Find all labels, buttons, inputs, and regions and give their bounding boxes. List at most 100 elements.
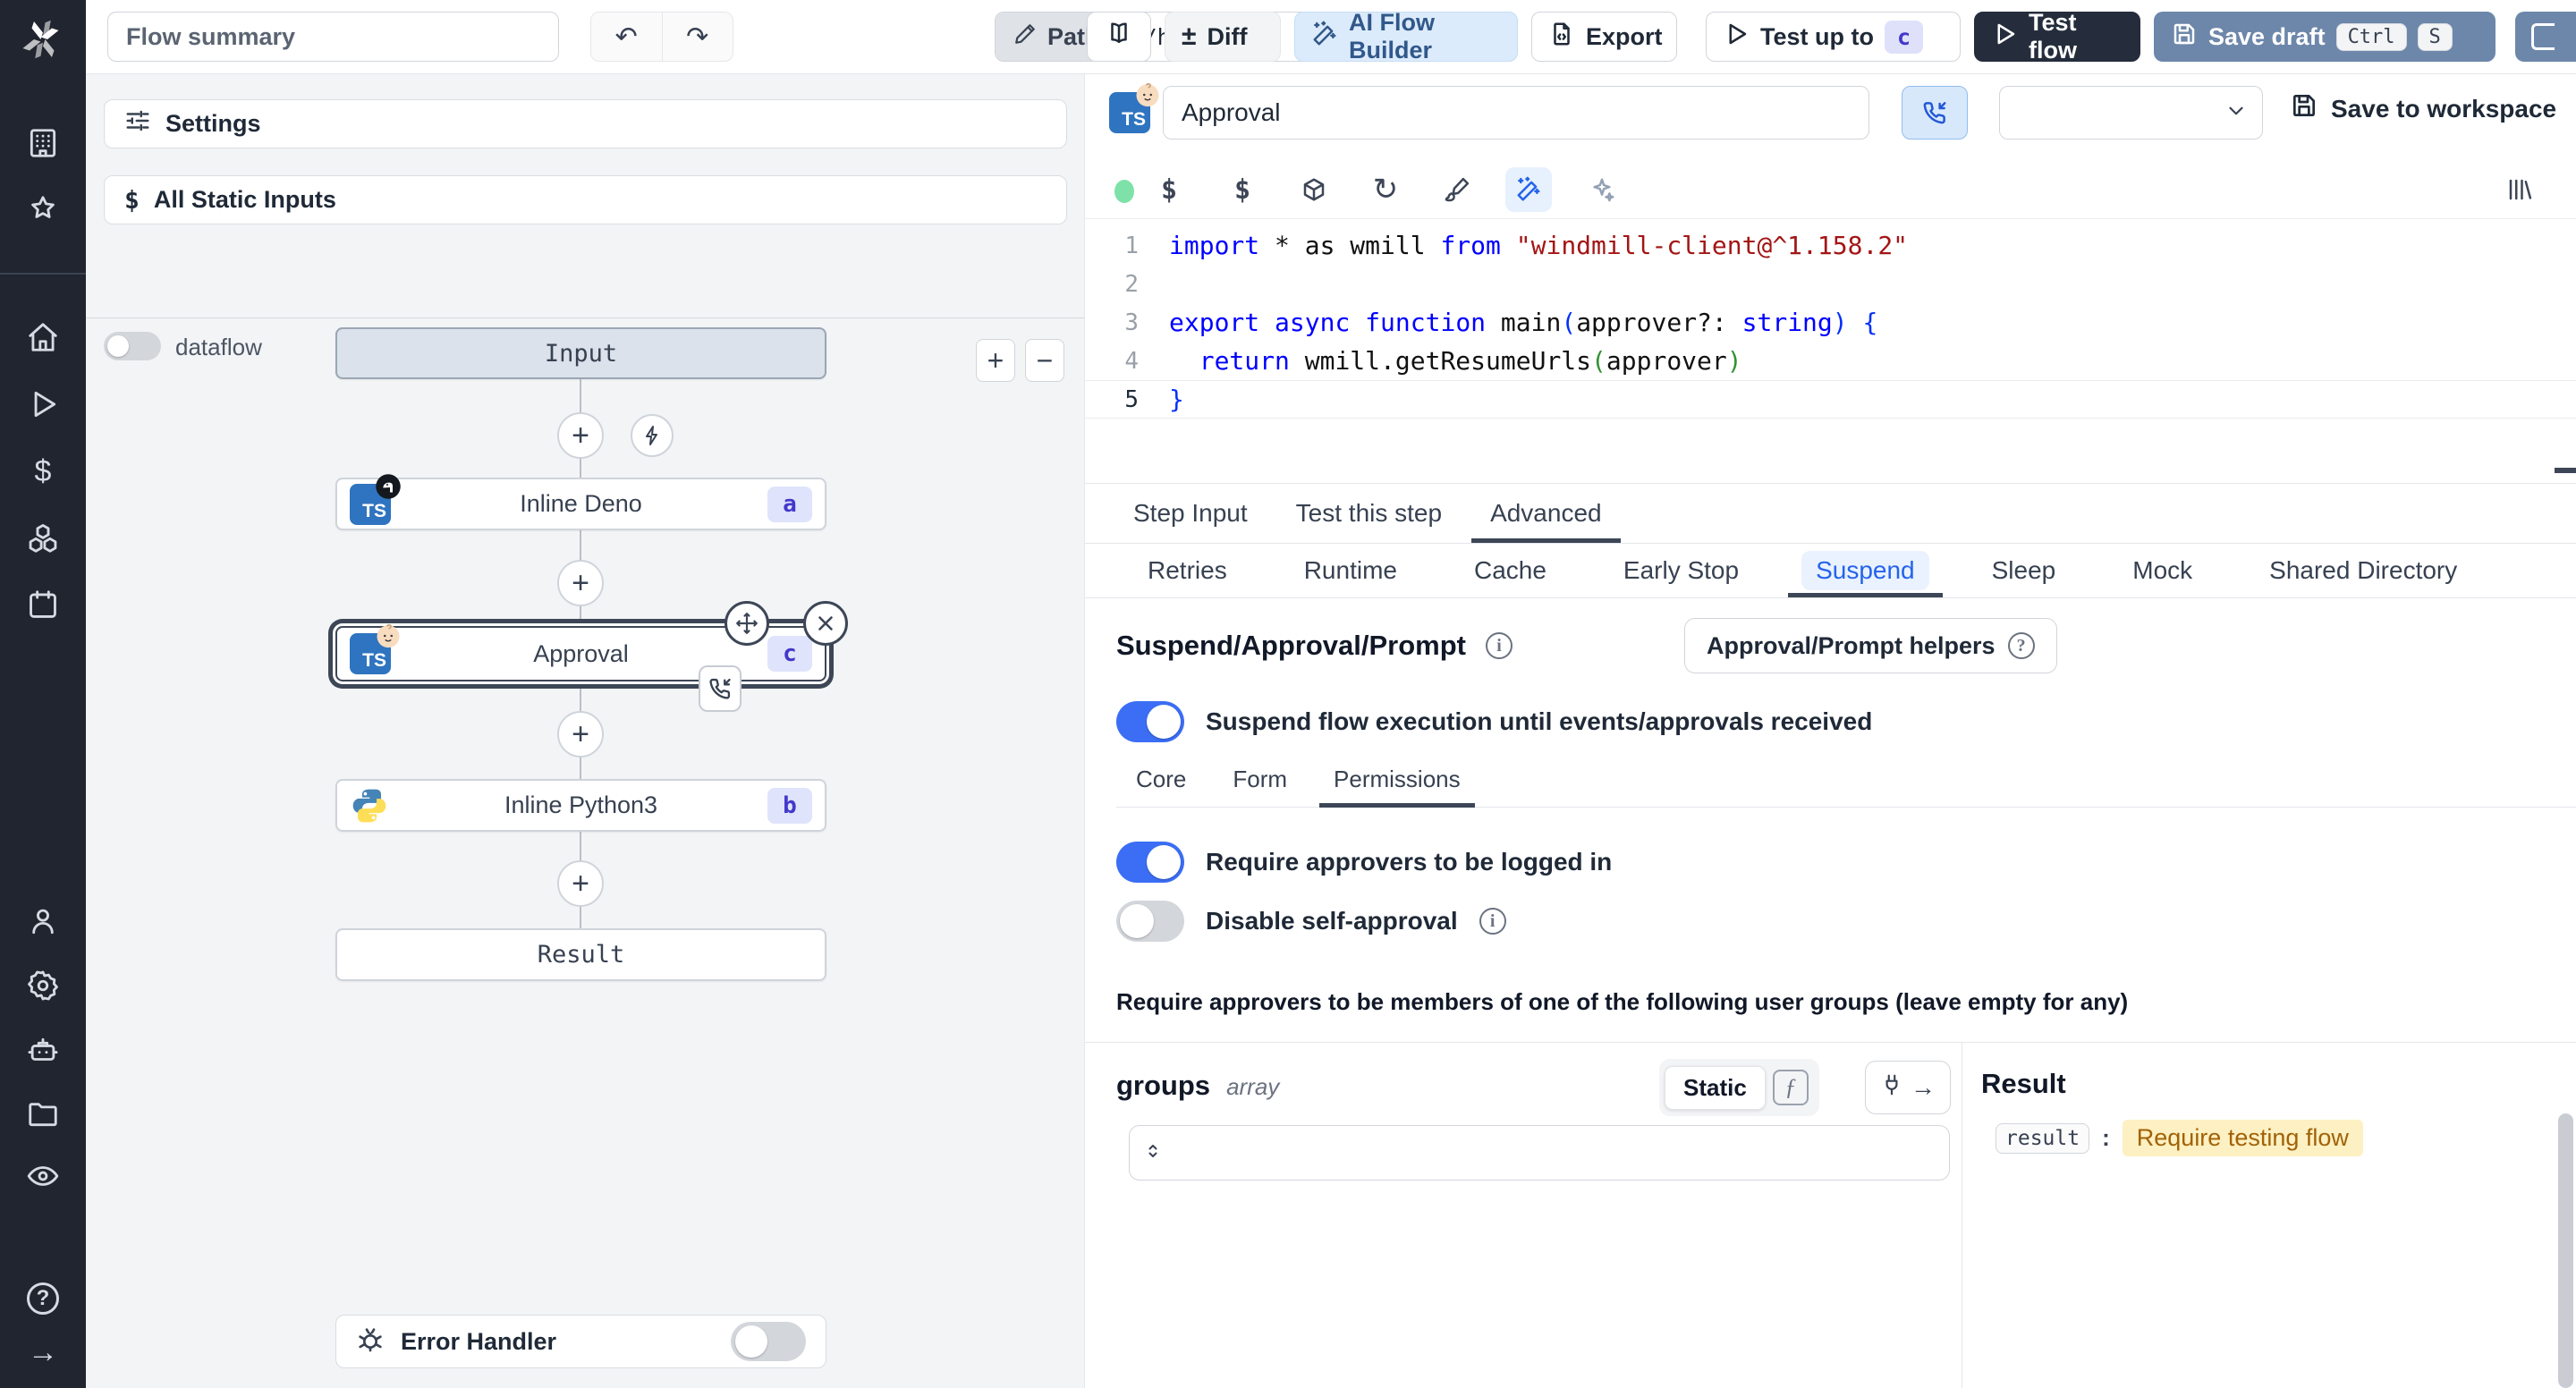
format-brush-button[interactable] — [1434, 167, 1480, 212]
tab-shared-directory[interactable]: Shared Directory — [2231, 544, 2496, 597]
disable-self-approval-toggle[interactable] — [1116, 901, 1184, 942]
suspend-toggle[interactable] — [1116, 701, 1184, 742]
code-line-2[interactable]: 2 — [1085, 265, 2576, 303]
add-step-button[interactable]: + — [557, 860, 604, 907]
tab-core[interactable]: Core — [1116, 752, 1209, 807]
undo-button[interactable]: ↶ — [591, 13, 662, 61]
tab-advanced[interactable]: Advanced — [1466, 484, 1626, 543]
suspend-approval-toggle-button[interactable] — [1902, 86, 1968, 140]
code-line-4[interactable]: 4 return wmill.getResumeUrls(approver) — [1085, 342, 2576, 380]
sidebar-item-resources[interactable] — [0, 510, 86, 567]
sidebar-item-favorites[interactable] — [0, 182, 86, 239]
sidebar-item-help[interactable]: ? — [0, 1270, 86, 1327]
javascript-expr-mode-button[interactable]: ƒ — [1772, 1070, 1809, 1105]
ai-sparkles-button[interactable] — [1579, 167, 1625, 212]
error-handler-bar[interactable]: Error Handler — [335, 1315, 826, 1368]
info-icon[interactable]: i — [1485, 632, 1513, 659]
save-draft-button[interactable]: Save draft Ctrl S — [2154, 12, 2496, 62]
suspend-approval-indicator-icon[interactable] — [699, 665, 741, 712]
static-mode-button[interactable]: Static — [1665, 1065, 1766, 1110]
move-step-button[interactable] — [724, 601, 769, 646]
panel-scrollbar[interactable] — [2558, 1113, 2573, 1388]
require-login-toggle[interactable] — [1116, 842, 1184, 883]
wand-icon — [1311, 21, 1338, 54]
windmill-logo[interactable] — [16, 13, 70, 66]
sidebar-item-audit-logs[interactable] — [0, 1147, 86, 1205]
add-step-button[interactable]: + — [557, 560, 604, 606]
flow-summary-input[interactable] — [107, 12, 559, 62]
line-content: import * as wmill from "windmill-client@… — [1169, 231, 1909, 260]
script-version-select[interactable] — [1999, 86, 2263, 140]
code-line-1[interactable]: 1 import * as wmill from "windmill-client… — [1085, 226, 2576, 265]
export-button[interactable]: Export — [1531, 12, 1677, 62]
tab-test-this-step[interactable]: Test this step — [1272, 484, 1466, 543]
reload-button[interactable]: ↻ — [1362, 167, 1409, 212]
dollar-icon: $ — [124, 185, 140, 215]
tab-retries[interactable]: Retries — [1109, 544, 1266, 597]
tab-runtime[interactable]: Runtime — [1266, 544, 1436, 597]
sidebar-divider — [0, 273, 86, 275]
package-button[interactable] — [1291, 167, 1337, 212]
diff-button[interactable]: ± Diff — [1165, 12, 1281, 62]
flow-node-input[interactable]: Input — [335, 327, 826, 379]
save-to-workspace-button[interactable]: Save to workspace — [2290, 91, 2556, 126]
flow-node-inline-deno[interactable]: TS Inline Deno a — [335, 473, 826, 530]
tab-mock[interactable]: Mock — [2094, 544, 2231, 597]
library-button[interactable] — [2496, 167, 2543, 212]
test-up-to-step-badge: c — [1884, 20, 1924, 54]
zoom-in-button[interactable]: + — [976, 339, 1015, 382]
sidebar-item-runs[interactable] — [0, 376, 86, 433]
add-step-button[interactable]: + — [557, 711, 604, 757]
ai-flow-builder-button[interactable]: AI Flow Builder — [1294, 9, 1518, 63]
redo-button[interactable]: ↷ — [661, 13, 733, 61]
sidebar-item-workers[interactable] — [0, 1022, 86, 1079]
info-icon[interactable]: i — [1479, 908, 1506, 935]
resources-button[interactable]: $ — [1219, 167, 1266, 212]
tab-permissions[interactable]: Permissions — [1310, 752, 1484, 808]
code-line-5[interactable]: 5} — [1085, 380, 2576, 419]
baby-emoji-icon — [375, 622, 402, 649]
connect-input-button[interactable]: → — [1865, 1061, 1951, 1114]
tab-early-stop[interactable]: Early Stop — [1585, 544, 1777, 597]
sidebar-item-collapse[interactable]: → — [0, 1324, 86, 1381]
deploy-button-partial[interactable] — [2515, 12, 2576, 62]
tab-suspend[interactable]: Suspend — [1777, 544, 1953, 597]
all-static-inputs-button[interactable]: $ All Static Inputs — [104, 175, 1067, 224]
test-flow-button[interactable]: Test flow — [1974, 9, 2140, 63]
flow-node-result[interactable]: Result — [335, 928, 826, 981]
add-trigger-button[interactable] — [631, 414, 674, 457]
tab-cache[interactable]: Cache — [1436, 544, 1585, 597]
test-up-to-button[interactable]: Test up to c — [1706, 12, 1961, 62]
code-editor[interactable]: 1 import * as wmill from "windmill-client… — [1085, 219, 2576, 483]
sidebar-item-variables[interactable]: $ — [0, 443, 86, 500]
delete-step-button[interactable] — [803, 601, 848, 646]
sidebar-item-folders[interactable] — [0, 1085, 86, 1142]
flow-node-inline-python3[interactable]: Inline Python3 b — [335, 779, 826, 832]
code-line-3[interactable]: 3 export async function main(approver?: s… — [1085, 303, 2576, 342]
error-handler-toggle[interactable] — [731, 1322, 806, 1361]
collapse-icon: → — [28, 1335, 58, 1369]
result-row: result : Require testing flow — [1996, 1120, 2363, 1156]
sidebar-item-users[interactable] — [0, 893, 86, 950]
dataflow-toggle[interactable] — [104, 332, 161, 360]
sidebar-item-schedules[interactable] — [0, 576, 86, 633]
settings-icon — [26, 969, 60, 1003]
add-step-button[interactable]: + — [557, 412, 604, 459]
zoom-out-button[interactable]: − — [1025, 339, 1064, 382]
workspace-icon — [26, 126, 60, 160]
ai-assistant-button[interactable] — [1505, 167, 1552, 212]
groups-value-input[interactable] — [1129, 1125, 1950, 1181]
flow-settings-button[interactable]: Settings — [104, 99, 1067, 148]
step-name-input[interactable] — [1163, 86, 1869, 140]
sidebar-item-home[interactable] — [0, 309, 86, 366]
sidebar-item-workspace[interactable] — [0, 114, 86, 172]
tab-sleep[interactable]: Sleep — [1953, 544, 2095, 597]
variables-button[interactable]: $ — [1146, 167, 1192, 212]
result-key-badge[interactable]: result — [1996, 1122, 2090, 1154]
docs-button[interactable] — [1087, 12, 1151, 62]
all-static-inputs-label: All Static Inputs — [153, 186, 336, 213]
sidebar-item-settings[interactable] — [0, 957, 86, 1014]
tab-step-input[interactable]: Step Input — [1109, 484, 1272, 543]
approval-prompt-helpers-button[interactable]: Approval/Prompt helpers ? — [1683, 618, 2057, 673]
tab-form[interactable]: Form — [1209, 752, 1310, 807]
